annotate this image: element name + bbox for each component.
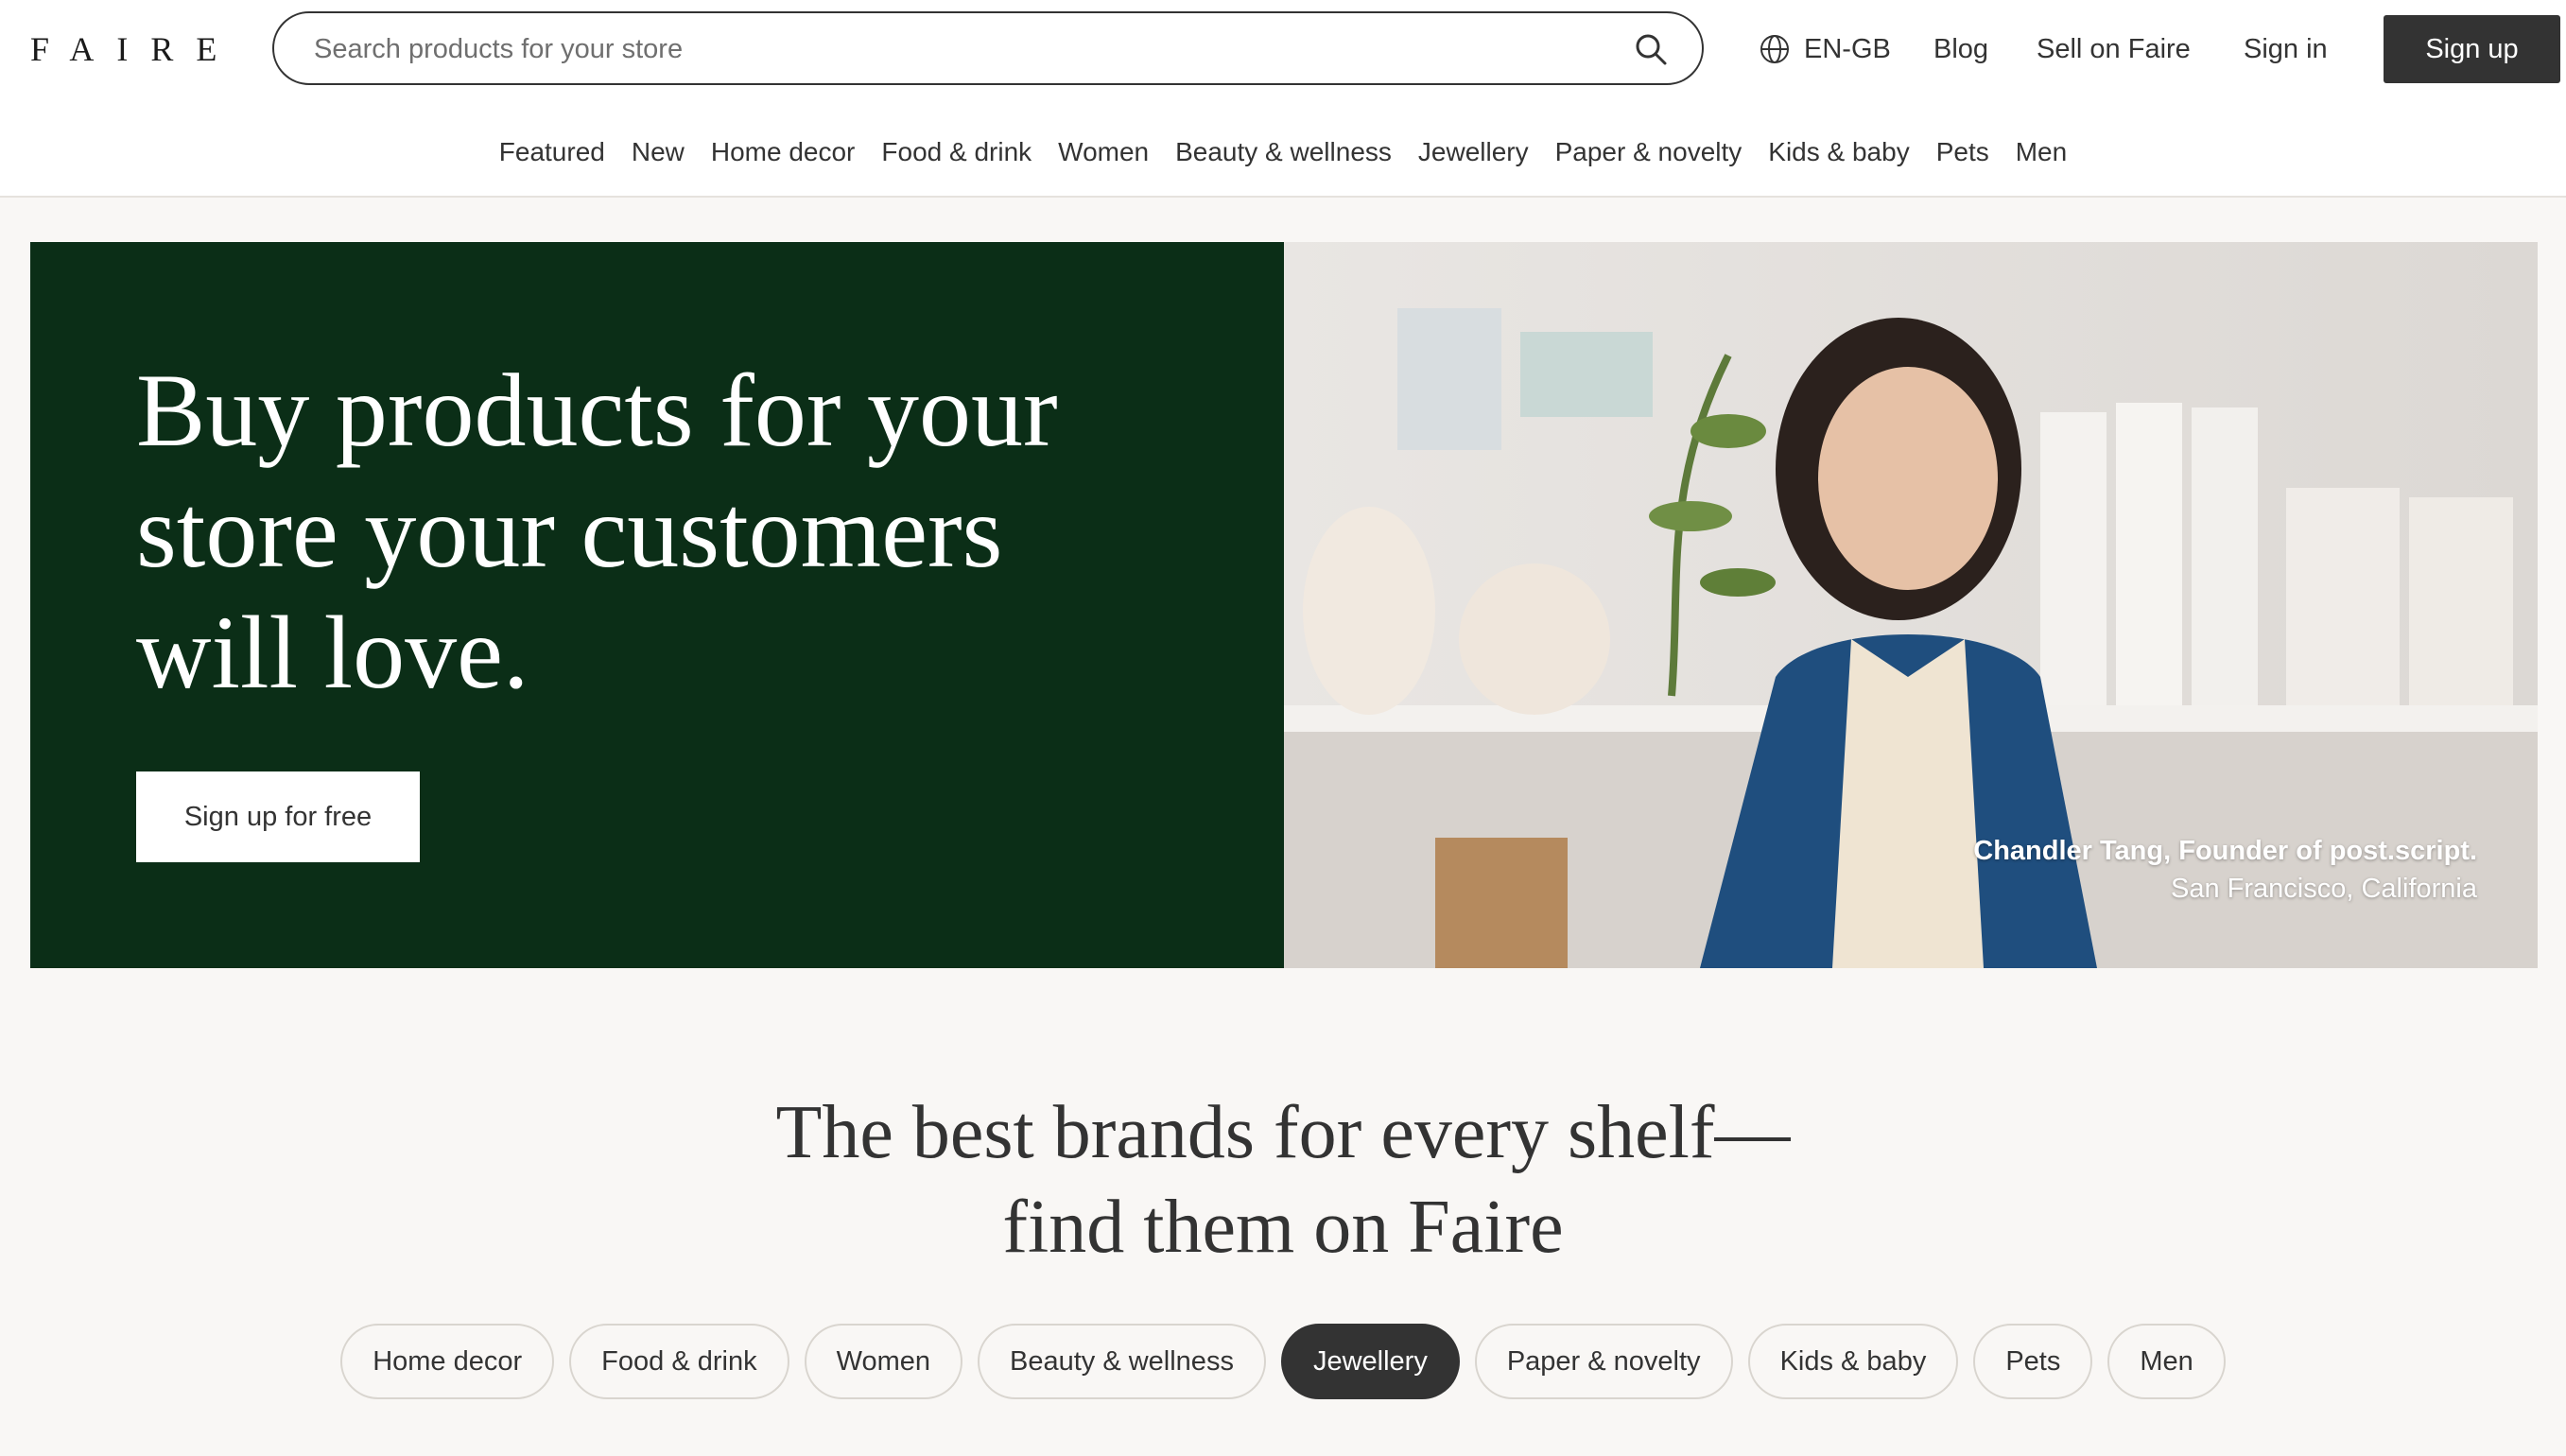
brands-heading-line1: The best brands for every shelf— (775, 1091, 1791, 1174)
nav-item-featured[interactable]: Featured (499, 129, 605, 176)
faire-logo[interactable]: FAIRE (30, 28, 239, 70)
pill-beauty-wellness[interactable]: Beauty & wellness (977, 1324, 1266, 1399)
category-nav: Featured New Home decor Food & drink Wom… (0, 129, 2566, 176)
pill-food-drink[interactable]: Food & drink (569, 1324, 789, 1399)
photo-caption: Chandler Tang, Founder of post.script. S… (1973, 832, 2477, 908)
hero-photo: Chandler Tang, Founder of post.script. S… (1284, 242, 2538, 968)
search-input[interactable] (312, 25, 1583, 74)
pill-kids-baby[interactable]: Kids & baby (1747, 1324, 1959, 1399)
search-icon[interactable] (1634, 32, 1668, 66)
sign-up-free-button[interactable]: Sign up for free (136, 771, 420, 862)
pill-jewellery[interactable]: Jewellery (1280, 1324, 1460, 1399)
nav-item-beauty-wellness[interactable]: Beauty & wellness (1175, 129, 1392, 176)
site-header: FAIRE EN-GB Blog Sell on Faire Sign in S… (0, 0, 2566, 198)
nav-item-women[interactable]: Women (1058, 129, 1149, 176)
locale-label: EN-GB (1804, 33, 1891, 64)
category-pills: Home decor Food & drink Women Beauty & w… (0, 1324, 2566, 1399)
pill-men[interactable]: Men (2107, 1324, 2226, 1399)
pill-women[interactable]: Women (804, 1324, 962, 1399)
brands-heading-line2: find them on Faire (1002, 1186, 1564, 1269)
nav-item-pets[interactable]: Pets (1936, 129, 1989, 176)
pill-paper-novelty[interactable]: Paper & novelty (1474, 1324, 1733, 1399)
nav-item-new[interactable]: New (632, 129, 685, 176)
hero-panel: Buy products for your store your custome… (30, 242, 1284, 968)
caption-name: Chandler Tang, Founder of post.script. (1973, 836, 2477, 866)
nav-item-food-drink[interactable]: Food & drink (881, 129, 1032, 176)
pill-home-decor[interactable]: Home decor (340, 1324, 555, 1399)
hero-title: Buy products for your store your custome… (136, 353, 1058, 710)
nav-item-paper-novelty[interactable]: Paper & novelty (1555, 129, 1742, 176)
search-bar[interactable] (272, 11, 1704, 85)
sign-in-link[interactable]: Sign in (2244, 28, 2328, 70)
globe-icon (1760, 35, 1789, 63)
nav-item-jewellery[interactable]: Jewellery (1418, 129, 1529, 176)
nav-item-men[interactable]: Men (2016, 129, 2067, 176)
sell-on-faire-link[interactable]: Sell on Faire (2037, 28, 2191, 70)
nav-item-home-decor[interactable]: Home decor (711, 129, 856, 176)
caption-location: San Francisco, California (2171, 874, 2477, 904)
locale-selector[interactable]: EN-GB (1759, 30, 1891, 68)
blog-link[interactable]: Blog (1933, 28, 1988, 70)
pill-pets[interactable]: Pets (1973, 1324, 2093, 1399)
brands-heading: The best brands for every shelf— find th… (0, 1085, 2566, 1274)
nav-item-kids-baby[interactable]: Kids & baby (1768, 129, 1909, 176)
sign-up-button[interactable]: Sign up (2384, 15, 2560, 83)
